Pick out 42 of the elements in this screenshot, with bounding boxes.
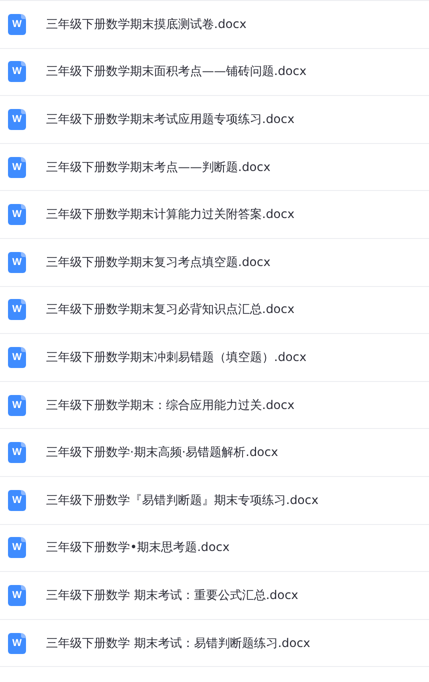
file-name: 三年级下册数学·期末高频·易错题解析.docx — [46, 444, 278, 462]
file-row[interactable]: W 三年级下册数学『易错判断题』期末专项练习.docx — [0, 476, 429, 525]
file-row[interactable]: W 三年级下册数学期末计算能力过关附答案.docx — [0, 191, 429, 239]
file-row[interactable]: W 三年级下册数学期末面积考点——铺砖问题.docx — [0, 48, 429, 96]
file-row[interactable]: W 三年级下册数学•期末思考题.docx — [0, 524, 429, 572]
word-document-icon: W — [8, 394, 26, 416]
file-name: 三年级下册数学期末考试应用题专项练习.docx — [46, 110, 294, 128]
word-document-icon: W — [8, 61, 26, 82]
word-document-icon: W — [8, 156, 26, 178]
word-document-icon: W — [8, 14, 26, 35]
file-name: 三年级下册数学『易错判断题』期末专项练习.docx — [46, 492, 318, 509]
word-document-icon: W — [8, 299, 26, 320]
word-document-icon: W — [8, 346, 26, 368]
file-row[interactable]: W 三年级下册数学期末摸底测试卷.docx — [0, 1, 429, 49]
file-row[interactable]: W 三年级下册数学期末冲刺易错题（填空题）.docx — [0, 334, 429, 382]
file-name: 三年级下册数学期末计算能力过关附答案.docx — [46, 206, 294, 224]
file-name: 三年级下册数学期末面积考点——铺砖问题.docx — [46, 63, 306, 80]
file-name: 三年级下册数学•期末思考题.docx — [46, 539, 230, 556]
file-name: 三年级下册数学期末：综合应用能力过关.docx — [46, 396, 294, 414]
file-row[interactable]: W 三年级下册数学期末考点——判断题.docx — [0, 144, 429, 192]
file-row[interactable]: W 三年级下册数学期末考试应用题专项练习.docx — [0, 96, 429, 144]
file-name: 三年级下册数学期末复习考点填空题.docx — [46, 254, 270, 271]
file-name: 三年级下册数学期末摸底测试卷.docx — [46, 16, 246, 33]
file-row[interactable]: W 三年级下册数学期末：综合应用能力过关.docx — [0, 382, 429, 430]
file-name: 三年级下册数学期末冲刺易错题（填空题）.docx — [46, 348, 306, 366]
file-row[interactable]: W 三年级下册数学 期末考试：易错判断题练习.docx — [0, 620, 429, 668]
word-document-icon: W — [8, 490, 26, 511]
file-row[interactable]: W 三年级下册数学期末复习考点填空题.docx — [0, 238, 429, 287]
file-row[interactable]: W 三年级下册数学 期末考试：重要公式汇总.docx — [0, 572, 429, 620]
word-document-icon: W — [8, 108, 26, 130]
word-document-icon: W — [8, 204, 26, 226]
word-document-icon: W — [8, 537, 26, 558]
word-document-icon: W — [8, 442, 26, 464]
word-document-icon: W — [8, 252, 26, 273]
file-name: 三年级下册数学期末复习必背知识点汇总.docx — [46, 301, 294, 318]
word-document-icon: W — [8, 584, 26, 606]
file-name: 三年级下册数学 期末考试：易错判断题练习.docx — [46, 634, 310, 652]
word-document-icon: W — [8, 632, 26, 654]
file-name: 三年级下册数学 期末考试：重要公式汇总.docx — [46, 586, 298, 604]
file-row[interactable]: W 三年级下册数学期末复习必背知识点汇总.docx — [0, 286, 429, 334]
file-row[interactable]: W 三年级下册数学·期末高频·易错题解析.docx — [0, 429, 429, 477]
file-name: 三年级下册数学期末考点——判断题.docx — [46, 158, 270, 176]
